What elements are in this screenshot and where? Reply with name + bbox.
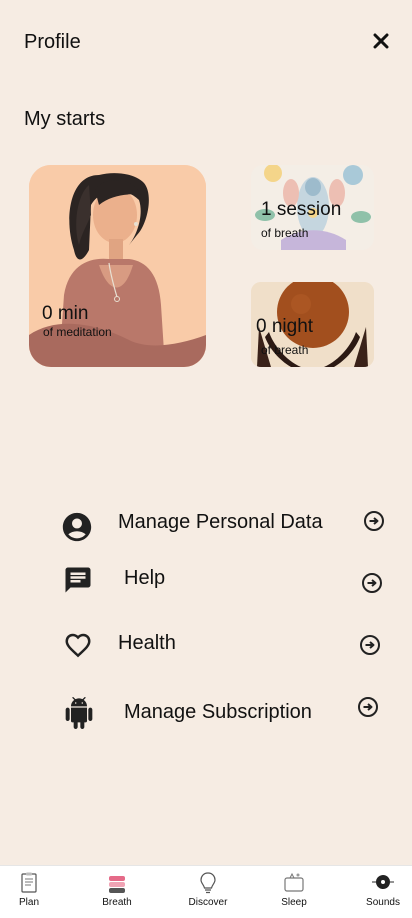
arrow-right-circle-icon[interactable]	[358, 633, 382, 657]
chat-icon	[61, 563, 95, 597]
sleep-icon	[284, 872, 304, 892]
menu-label: Help	[124, 567, 166, 589]
nav-label: Plan	[18, 897, 39, 908]
plan-icon	[21, 872, 37, 893]
arrow-right-circle-icon[interactable]	[360, 571, 384, 595]
menu-label: Health	[118, 632, 176, 654]
bottom-navigation: Plan Breath Discover Sleep Sounds	[0, 865, 412, 918]
nights-value: 0 night	[256, 316, 314, 337]
nights-label: of breath	[261, 343, 309, 357]
arrow-right-circle-icon[interactable]	[356, 695, 380, 719]
nav-item-plan[interactable]: Plan	[8, 866, 50, 918]
breath-icon	[109, 876, 125, 893]
discover-icon	[200, 872, 216, 894]
heart-icon	[61, 628, 95, 662]
nav-label: Breath	[102, 897, 132, 908]
nav-item-sounds[interactable]: Sounds	[360, 866, 406, 918]
nav-item-discover[interactable]: Discover	[184, 866, 232, 918]
breath-session-stat-card[interactable]: 1 session of breath	[251, 165, 374, 250]
menu-label: Manage Personal Data	[118, 511, 323, 533]
page-title: Profile	[24, 31, 81, 53]
sessions-value: 1 session	[261, 199, 342, 220]
nav-label: Discover	[188, 897, 228, 908]
meditation-value: 0 min	[42, 303, 89, 324]
menu-item-manage-subscription[interactable]: Manage Subscription	[0, 692, 412, 740]
meditation-label: of meditation	[43, 325, 112, 339]
nav-item-sleep[interactable]: Sleep	[274, 866, 314, 918]
breath-night-stat-card[interactable]: 0 night of breath	[251, 282, 374, 367]
menu-label: Manage Subscription	[124, 701, 312, 723]
section-title: My starts	[24, 108, 106, 130]
sessions-label: of breath	[261, 226, 309, 240]
nav-item-breath[interactable]: Breath	[96, 866, 138, 918]
android-icon	[62, 696, 96, 730]
menu-item-help[interactable]: Help	[0, 558, 412, 606]
menu-item-health[interactable]: Health	[0, 622, 412, 670]
sounds-icon	[372, 875, 394, 889]
arrow-right-circle-icon[interactable]	[362, 509, 386, 533]
nav-label: Sounds	[366, 897, 400, 908]
menu-item-manage-personal-data[interactable]: Manage Personal Data	[0, 503, 412, 551]
close-icon	[373, 33, 389, 49]
meditation-stat-card[interactable]: 0 min of meditation	[29, 165, 206, 367]
account-circle-icon	[60, 510, 94, 544]
close-button[interactable]	[368, 28, 394, 54]
nav-label: Sleep	[281, 897, 307, 908]
